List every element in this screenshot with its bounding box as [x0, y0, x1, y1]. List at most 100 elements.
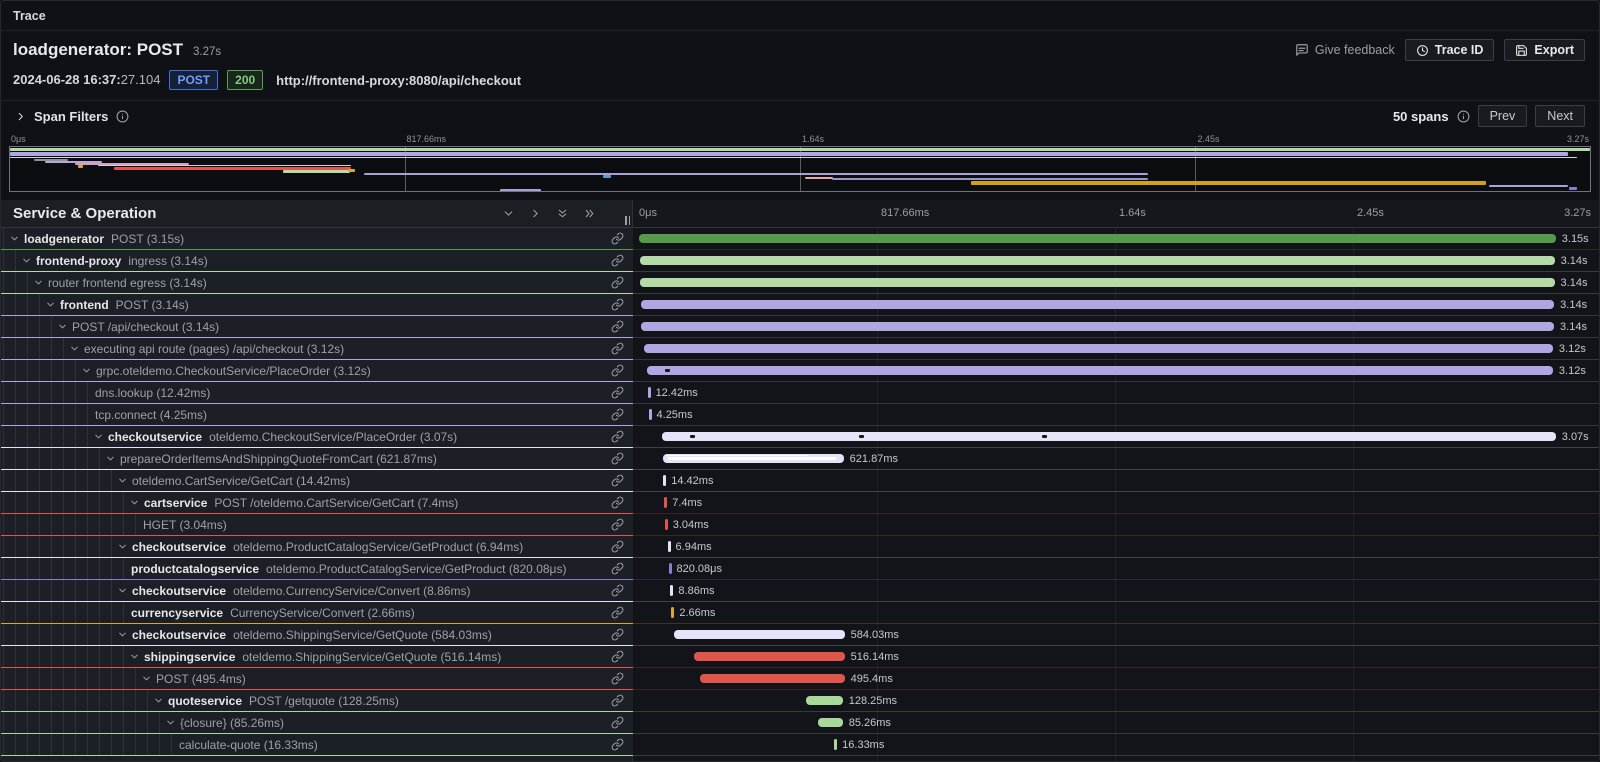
- span-duration-bar[interactable]: [641, 322, 1554, 331]
- span-row[interactable]: cartservice POST /oteldemo.CartService/G…: [1, 492, 1599, 514]
- span-link-icon[interactable]: [611, 452, 627, 465]
- span-timeline-cell[interactable]: 3.14s: [633, 316, 1599, 338]
- span-timeline-cell[interactable]: 3.14s: [633, 294, 1599, 316]
- span-filters-toggle[interactable]: Span Filters: [15, 109, 1393, 124]
- span-link-icon[interactable]: [611, 320, 627, 333]
- span-name-cell[interactable]: calculate-quote (16.33ms): [1, 734, 633, 756]
- expand-one-icon[interactable]: [529, 207, 542, 220]
- span-duration-bar[interactable]: [663, 454, 844, 463]
- span-name-cell[interactable]: currencyservice CurrencyService/Convert …: [1, 602, 633, 624]
- span-timeline-cell[interactable]: 584.03ms: [633, 624, 1599, 646]
- span-link-icon[interactable]: [611, 386, 627, 399]
- span-row[interactable]: checkoutservice oteldemo.CurrencyService…: [1, 580, 1599, 602]
- span-duration-bar[interactable]: [674, 630, 844, 639]
- span-timeline-cell[interactable]: 128.25ms: [633, 690, 1599, 712]
- span-timeline-cell[interactable]: 12.42ms: [633, 382, 1599, 404]
- span-timeline-cell[interactable]: 8.86ms: [633, 580, 1599, 602]
- column-resize-handle[interactable]: [625, 216, 630, 225]
- span-row[interactable]: checkoutservice oteldemo.ProductCatalogS…: [1, 536, 1599, 558]
- chevron-down-icon[interactable]: [165, 717, 180, 728]
- span-duration-bar[interactable]: [640, 256, 1555, 265]
- chevron-down-icon[interactable]: [21, 255, 36, 266]
- give-feedback-link[interactable]: Give feedback: [1295, 43, 1395, 57]
- span-link-icon[interactable]: [611, 628, 627, 641]
- span-row[interactable]: POST (495.4ms) 495.4ms: [1, 668, 1599, 690]
- span-name-cell[interactable]: quoteservice POST /getquote (128.25ms): [1, 690, 633, 712]
- span-link-icon[interactable]: [611, 298, 627, 311]
- span-link-icon[interactable]: [611, 738, 627, 751]
- chevron-down-icon[interactable]: [33, 277, 48, 288]
- collapse-one-icon[interactable]: [502, 207, 515, 220]
- span-row[interactable]: dns.lookup (12.42ms) 12.42ms: [1, 382, 1599, 404]
- span-link-icon[interactable]: [611, 562, 627, 575]
- span-row[interactable]: calculate-quote (16.33ms) 16.33ms: [1, 734, 1599, 756]
- span-timeline-cell[interactable]: 6.94ms: [633, 536, 1599, 558]
- span-name-cell[interactable]: grpc.oteldemo.CheckoutService/PlaceOrder…: [1, 360, 633, 382]
- span-row[interactable]: HGET (3.04ms) 3.04ms: [1, 514, 1599, 536]
- span-name-cell[interactable]: oteldemo.CartService/GetCart (14.42ms): [1, 470, 633, 492]
- span-name-cell[interactable]: HGET (3.04ms): [1, 514, 633, 536]
- span-link-icon[interactable]: [611, 364, 627, 377]
- span-timeline-cell[interactable]: 516.14ms: [633, 646, 1599, 668]
- span-link-icon[interactable]: [611, 672, 627, 685]
- minimap-canvas[interactable]: [9, 146, 1591, 192]
- span-link-icon[interactable]: [611, 430, 627, 443]
- span-timeline-cell[interactable]: 14.42ms: [633, 470, 1599, 492]
- span-timeline-cell[interactable]: 621.87ms: [633, 448, 1599, 470]
- span-timeline-cell[interactable]: 3.12s: [633, 338, 1599, 360]
- span-duration-bar[interactable]: [641, 300, 1554, 309]
- span-timeline-cell[interactable]: 3.04ms: [633, 514, 1599, 536]
- span-row[interactable]: shippingservice oteldemo.ShippingService…: [1, 646, 1599, 668]
- span-row[interactable]: prepareOrderItemsAndShippingQuoteFromCar…: [1, 448, 1599, 470]
- chevron-down-icon[interactable]: [45, 299, 60, 310]
- chevron-down-icon[interactable]: [141, 673, 156, 684]
- span-timeline-cell[interactable]: 7.4ms: [633, 492, 1599, 514]
- span-name-cell[interactable]: {closure} (85.26ms): [1, 712, 633, 734]
- span-duration-bar[interactable]: [663, 475, 666, 486]
- chevron-down-icon[interactable]: [81, 365, 96, 376]
- chevron-down-icon[interactable]: [57, 321, 72, 332]
- span-name-cell[interactable]: checkoutservice oteldemo.ProductCatalogS…: [1, 536, 633, 558]
- chevron-down-icon[interactable]: [129, 651, 144, 662]
- export-button[interactable]: Export: [1504, 39, 1585, 61]
- span-name-cell[interactable]: router frontend egress (3.14s): [1, 272, 633, 294]
- span-row[interactable]: grpc.oteldemo.CheckoutService/PlaceOrder…: [1, 360, 1599, 382]
- span-row[interactable]: POST /api/checkout (3.14s) 3.14s: [1, 316, 1599, 338]
- span-link-icon[interactable]: [611, 232, 627, 245]
- chevron-down-icon[interactable]: [69, 343, 84, 354]
- span-name-cell[interactable]: checkoutservice oteldemo.ShippingService…: [1, 624, 633, 646]
- trace-id-button[interactable]: Trace ID: [1405, 39, 1495, 61]
- chevron-down-icon[interactable]: [153, 695, 168, 706]
- span-name-cell[interactable]: shippingservice oteldemo.ShippingService…: [1, 646, 633, 668]
- chevron-down-icon[interactable]: [117, 475, 132, 486]
- span-timeline-cell[interactable]: 3.07s: [633, 426, 1599, 448]
- span-duration-bar[interactable]: [669, 563, 672, 574]
- span-name-cell[interactable]: checkoutservice oteldemo.CheckoutService…: [1, 426, 633, 448]
- span-duration-bar[interactable]: [665, 519, 668, 530]
- span-duration-bar[interactable]: [639, 234, 1556, 243]
- span-link-icon[interactable]: [611, 606, 627, 619]
- span-duration-bar[interactable]: [670, 585, 673, 596]
- span-duration-bar[interactable]: [700, 674, 845, 683]
- span-row[interactable]: frontend-proxy ingress (3.14s) 3.14s: [1, 250, 1599, 272]
- span-link-icon[interactable]: [611, 254, 627, 267]
- span-name-cell[interactable]: POST /api/checkout (3.14s): [1, 316, 633, 338]
- span-name-cell[interactable]: productcatalogservice oteldemo.ProductCa…: [1, 558, 633, 580]
- span-link-icon[interactable]: [611, 276, 627, 289]
- chevron-down-icon[interactable]: [117, 629, 132, 640]
- span-timeline-cell[interactable]: 3.14s: [633, 272, 1599, 294]
- span-name-cell[interactable]: frontend POST (3.14s): [1, 294, 633, 316]
- span-link-icon[interactable]: [611, 650, 627, 663]
- span-timeline-cell[interactable]: 4.25ms: [633, 404, 1599, 426]
- span-link-icon[interactable]: [611, 694, 627, 707]
- span-row[interactable]: currencyservice CurrencyService/Convert …: [1, 602, 1599, 624]
- span-row[interactable]: productcatalogservice oteldemo.ProductCa…: [1, 558, 1599, 580]
- chevron-down-icon[interactable]: [93, 431, 108, 442]
- chevron-down-icon[interactable]: [9, 233, 24, 244]
- span-timeline-cell[interactable]: 3.12s: [633, 360, 1599, 382]
- span-timeline-cell[interactable]: 16.33ms: [633, 734, 1599, 756]
- span-row[interactable]: router frontend egress (3.14s) 3.14s: [1, 272, 1599, 294]
- span-name-cell[interactable]: tcp.connect (4.25ms): [1, 404, 633, 426]
- chevron-down-icon[interactable]: [105, 453, 120, 464]
- span-timeline-cell[interactable]: 495.4ms: [633, 668, 1599, 690]
